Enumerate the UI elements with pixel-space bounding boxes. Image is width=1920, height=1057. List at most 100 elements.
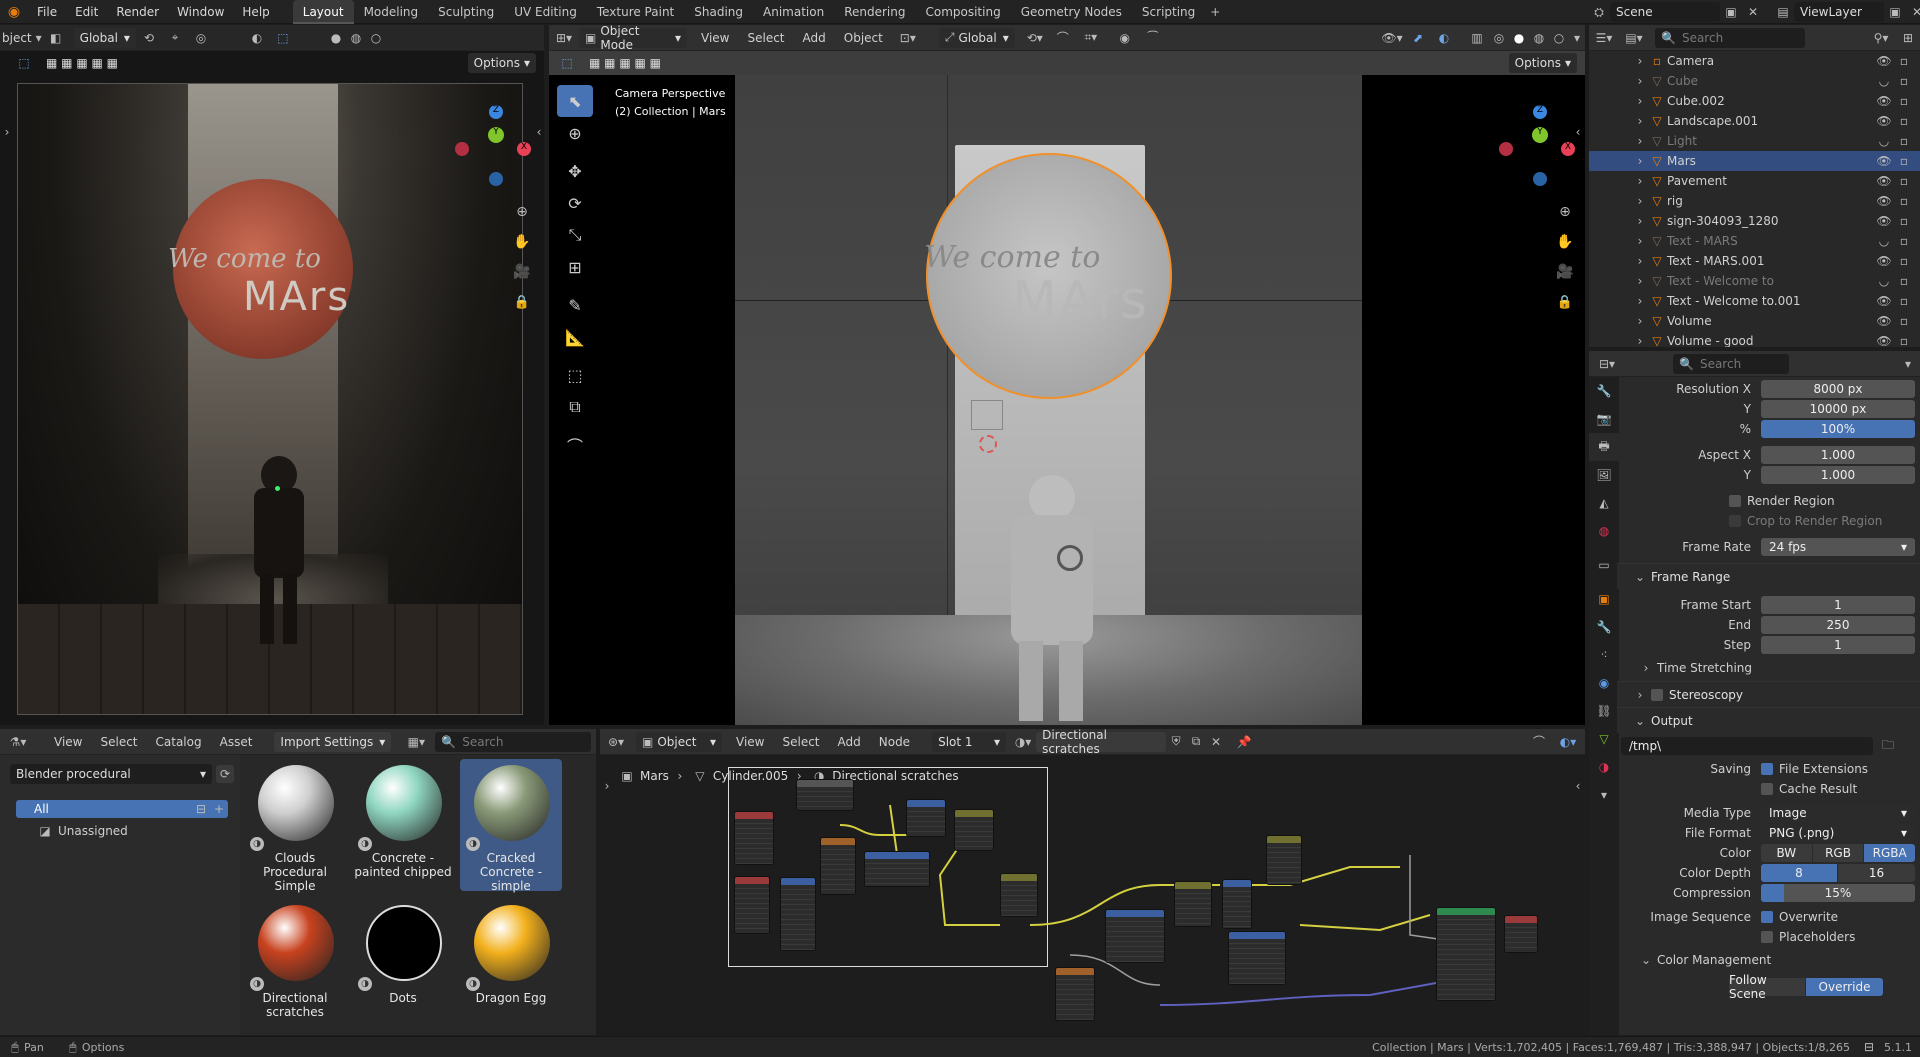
overlay-icon[interactable]: ◐ [244, 31, 270, 45]
shader-node-editor[interactable]: ⊛▾ ▣ Object ▾ View Select Add Node Slot 1 ▾… [600, 729, 1585, 1035]
main-options-button[interactable]: Options ▾ [1508, 53, 1577, 73]
filter-icon[interactable]: ⚲▾ [1866, 31, 1896, 45]
render-camera-icon[interactable]: ▫ [1896, 314, 1912, 328]
pin-icon[interactable]: 📌 [1232, 735, 1256, 749]
camera-icon[interactable]: 🎥 [510, 257, 534, 287]
x-axis-icon[interactable]: X [517, 142, 531, 156]
select-tool-icon[interactable]: ⬉ [557, 85, 593, 117]
properties-editor-icon[interactable]: ⊟▾ [1589, 357, 1625, 371]
visibility-eye-icon[interactable]: 👁 [1876, 154, 1892, 168]
measure-tool-icon[interactable]: 📐 [557, 321, 593, 353]
render-camera-icon[interactable]: ▫ [1896, 294, 1912, 308]
expand-arrow-icon[interactable]: › [1635, 294, 1645, 308]
annotate-tool-icon[interactable]: ✎ [557, 289, 593, 321]
aspect-x-field[interactable]: 1.000 [1761, 446, 1915, 464]
render-camera-icon[interactable]: ▫ [1896, 94, 1912, 108]
expand-arrow-icon[interactable]: › [1635, 254, 1645, 268]
remove-scene-icon[interactable]: ✕ [1742, 5, 1764, 19]
visibility-eye-icon[interactable]: ◡ [1876, 134, 1892, 148]
catalog-save-icon[interactable]: ⊟ [192, 802, 210, 816]
left-transform-orientation[interactable]: Global ▾ [73, 27, 136, 48]
render-camera-icon[interactable]: ▫ [1896, 154, 1912, 168]
expand-arrow-icon[interactable]: › [1635, 274, 1645, 288]
camera-view-viewport[interactable]: bject ▾ ◧ Global ▾ ⟲ ⌖ ◎ ◐ ⬚ ● ◍ ○ ⬚ ▦ ▦ … [0, 25, 544, 725]
render-region-checkbox[interactable] [1729, 495, 1741, 507]
view-layer-selector[interactable]: ViewLayer [1794, 2, 1884, 22]
left-collapse-chevron-icon[interactable]: › [2, 125, 12, 139]
gizmo-icon[interactable]: ⬚ [270, 31, 296, 45]
color-bw-button[interactable]: BW [1761, 844, 1812, 862]
visibility-icon[interactable]: 👁▾ [1379, 31, 1405, 45]
scene-icon[interactable]: ⛭ [1588, 5, 1610, 20]
outliner-row[interactable]: › ▽ Text - MARS ◡ ▫ [1589, 231, 1920, 251]
duplicate-material-icon[interactable]: ⧉ [1186, 734, 1206, 749]
outliner-editor-icon[interactable]: ☰▾ [1589, 31, 1619, 45]
move-tool-icon[interactable]: ✥ [557, 155, 593, 187]
tab-geometry-nodes[interactable]: Geometry Nodes [1011, 0, 1132, 24]
view-icon[interactable]: ◧ [46, 31, 66, 45]
asset-menu-select[interactable]: Select [100, 735, 137, 749]
outliner-row[interactable]: › ▽ Mars 👁 ▫ [1589, 151, 1920, 171]
falloff-icon[interactable]: ⁀ [1139, 31, 1167, 45]
solid-shading-icon[interactable]: ● [1509, 31, 1529, 45]
snap-icon[interactable]: ⌖ [162, 30, 188, 45]
frame-step-field[interactable]: 1 [1761, 636, 1915, 654]
node-overlay-icon[interactable]: ◐▾ [1551, 735, 1585, 749]
node-11[interactable] [1174, 881, 1212, 927]
display-mode-icon[interactable]: ▦▾ [401, 735, 431, 749]
snap-node-icon[interactable]: ⌒ [1527, 733, 1551, 750]
left-navigation-gizmo[interactable]: Z Y X [455, 97, 535, 186]
outliner-row[interactable]: › ▽ rig 👁 ▫ [1589, 191, 1920, 211]
main-neg-z-axis-icon[interactable] [1533, 172, 1547, 186]
outliner-row[interactable]: › ▽ Cube ◡ ▫ [1589, 71, 1920, 91]
node-editor-type-icon[interactable]: ⊛▾ [600, 735, 632, 749]
menu-help[interactable]: Help [233, 0, 278, 24]
folder-browse-icon[interactable]: 🗀 [1877, 736, 1899, 757]
shading-material-icon[interactable]: ◍ [346, 31, 366, 45]
shading-solid-icon[interactable]: ● [326, 31, 346, 45]
node-6[interactable] [864, 851, 930, 887]
asset-item[interactable]: ◑ Directional scratches [244, 899, 346, 1031]
tab-compositing[interactable]: Compositing [915, 0, 1010, 24]
asset-library-selector[interactable]: Blender procedural ▾ [10, 764, 212, 784]
node-menu-view[interactable]: View [736, 735, 764, 749]
render-camera-icon[interactable]: ▫ [1896, 254, 1912, 268]
overlays-toggle-icon[interactable]: ◐ [1431, 31, 1457, 45]
asset-menu-asset[interactable]: Asset [220, 735, 253, 749]
resolution-y-field[interactable]: 10000 px [1761, 400, 1915, 418]
rotate-tool-icon[interactable]: ⟳ [557, 187, 593, 219]
node-right-chevron-icon[interactable]: ‹ [1573, 779, 1583, 793]
node-10[interactable] [1105, 909, 1165, 963]
color-rgba-button[interactable]: RGBA [1864, 844, 1916, 862]
fake-user-shield-icon[interactable]: ⛨ [1166, 734, 1186, 749]
cache-result-row[interactable]: Cache Result [1621, 779, 1920, 799]
import-settings-button[interactable]: Import Settings ▾ [274, 731, 392, 752]
pan-hand-icon[interactable]: ✋ [510, 227, 534, 257]
proportional-edit-icon[interactable]: ◉ [1111, 31, 1139, 45]
asset-item[interactable]: ◑ Cracked Concrete - simple [460, 759, 562, 893]
lock-icon[interactable]: 🔒 [510, 287, 534, 317]
node-9[interactable] [1000, 873, 1038, 917]
main-select-box-icon[interactable]: ⬚ [557, 56, 577, 70]
main-menu-object[interactable]: Object [844, 31, 883, 45]
catalog-all[interactable]: All ⊟ + [16, 800, 228, 818]
visibility-eye-icon[interactable]: 👁 [1876, 314, 1892, 328]
color-rgb-button[interactable]: RGB [1812, 844, 1864, 862]
outliner-row[interactable]: › ▽ Volume - good 👁 ▫ [1589, 331, 1920, 347]
scene-tab-icon[interactable]: ◭ [1589, 489, 1619, 517]
render-camera-icon[interactable]: ▫ [1896, 114, 1912, 128]
asset-item[interactable]: ◑ Concrete - painted chipped [352, 759, 454, 891]
overwrite-checkbox[interactable] [1761, 911, 1773, 923]
z-axis-icon[interactable]: Z [489, 105, 503, 119]
remove-view-layer-icon[interactable]: ✕ [1906, 5, 1920, 19]
outliner-row[interactable]: › ▽ Landscape.001 👁 ▫ [1589, 111, 1920, 131]
menu-window[interactable]: Window [168, 0, 233, 24]
left-options-button[interactable]: Options ▾ [467, 53, 536, 73]
placeholders-checkbox[interactable] [1761, 931, 1773, 943]
main-menu-view[interactable]: View [701, 31, 729, 45]
main-lock-icon[interactable]: 🔒 [1553, 287, 1577, 317]
render-camera-icon[interactable]: ▫ [1896, 194, 1912, 208]
menu-render[interactable]: Render [107, 0, 168, 24]
zoom-icon[interactable]: ⊕ [510, 197, 534, 227]
asset-item[interactable]: ◑ Clouds Procedural Simple [244, 759, 346, 893]
